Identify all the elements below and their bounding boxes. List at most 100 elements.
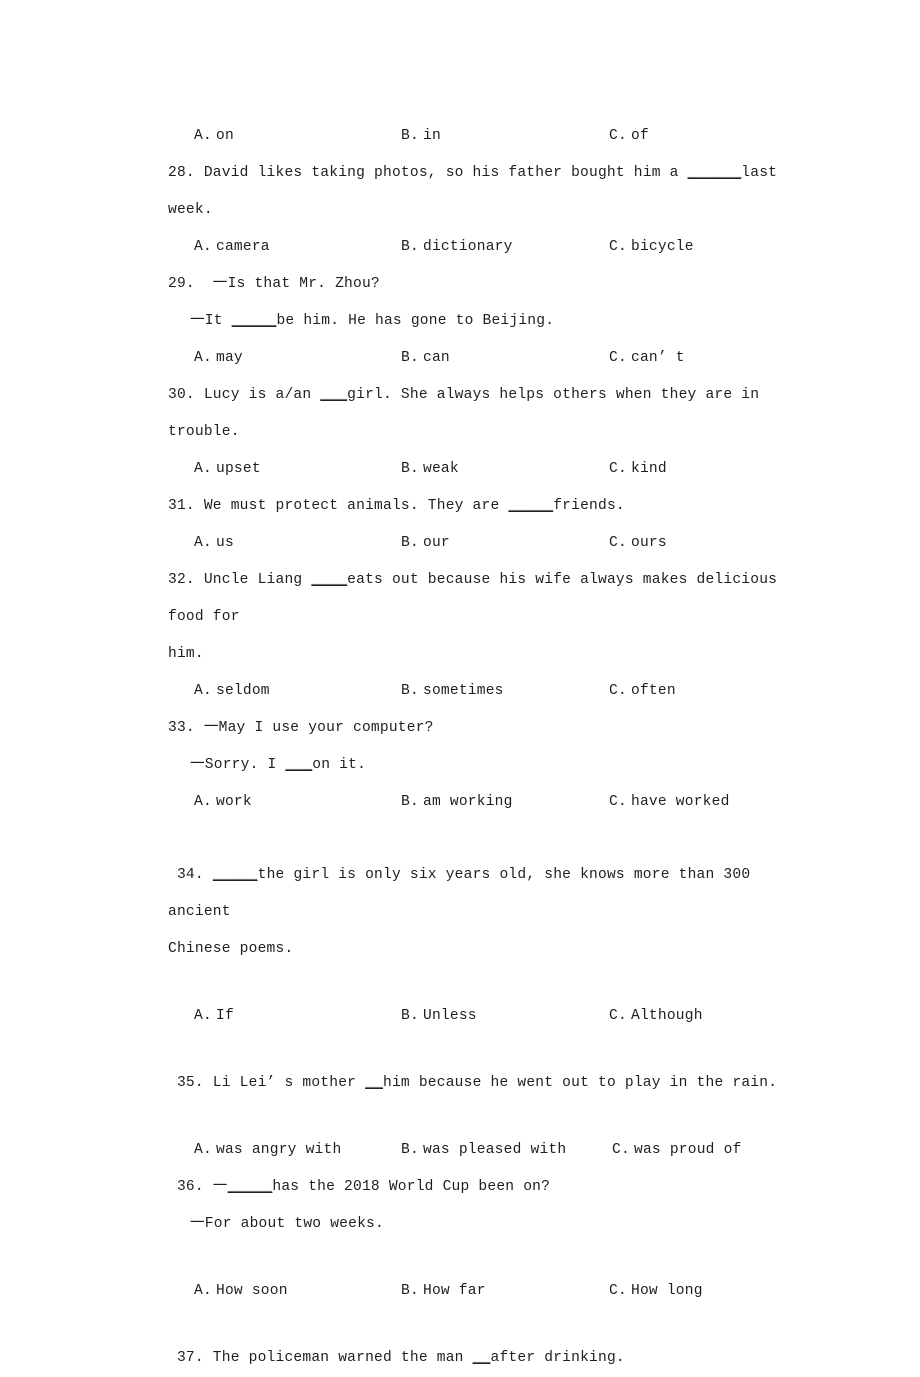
gap-q35-options (168, 1102, 788, 1132)
q28-blank[interactable]: ______ (688, 165, 742, 181)
option-a-text-q27[interactable]: on (216, 118, 234, 155)
option-a-q30[interactable]: A. (194, 451, 212, 488)
question-dialog-q29: 一It _____be him. He has gone to Beijing. (168, 303, 788, 340)
q35-blank[interactable]: __ (365, 1075, 383, 1091)
options-row-q36: A. How soon B. How far C. How long (168, 1273, 788, 1310)
option-b-q33[interactable]: B. (401, 784, 419, 821)
q37-stem-tail: after drinking. (490, 1350, 625, 1366)
option-b-text-q35[interactable]: was pleased with (423, 1132, 566, 1169)
q37-stem-text: 37. The policeman warned the man (168, 1350, 473, 1366)
option-a-text-q35[interactable]: was angry with (216, 1132, 341, 1169)
option-c-q29[interactable]: C. (609, 340, 627, 377)
q31-stem-text: 31. We must protect animals. They are (168, 498, 509, 514)
option-b-q34[interactable]: B. (401, 998, 419, 1035)
gap-q36-q37 (168, 1310, 788, 1340)
option-c-text-q30[interactable]: kind (631, 451, 667, 488)
q37-blank[interactable]: __ (473, 1350, 491, 1366)
option-b-text-q34[interactable]: Unless (423, 998, 477, 1035)
option-a-text-q29[interactable]: may (216, 340, 243, 377)
q29-dialog-lead: 一It (190, 313, 232, 329)
question-stem-q30: 30. Lucy is a/an ___girl. She always hel… (168, 377, 788, 451)
option-a-text-q28[interactable]: camera (216, 229, 270, 266)
lower-question-block: 34. _____the girl is only six years old,… (168, 857, 788, 1377)
option-c-text-q34[interactable]: Although (631, 998, 703, 1035)
q31-blank[interactable]: _____ (508, 498, 553, 514)
q32-stem-text: 32. Uncle Liang (168, 572, 312, 588)
option-b-q30[interactable]: B. (401, 451, 419, 488)
q29-blank[interactable]: _____ (232, 313, 277, 329)
q28-stem-text: 28. David likes taking photos, so his fa… (168, 165, 688, 181)
options-row-q28: A. camera B. dictionary C. bicycle (168, 229, 788, 266)
options-row-q30: A. upset B. weak C. kind (168, 451, 788, 488)
option-b-text-q27[interactable]: in (423, 118, 441, 155)
option-a-q29[interactable]: A. (194, 340, 212, 377)
q35-stem-tail: him because he went out to play in the r… (383, 1075, 778, 1091)
option-b-q29[interactable]: B. (401, 340, 419, 377)
option-c-q27[interactable]: C. (609, 118, 627, 155)
option-a-text-q34[interactable]: If (216, 998, 234, 1035)
options-row-q35: A. was angry with B. was pleased with C.… (168, 1132, 788, 1169)
options-row-q34: A. If B. Unless C. Although (168, 998, 788, 1035)
option-b-text-q29[interactable]: can (423, 340, 450, 377)
question-stem-q37: 37. The policeman warned the man __after… (168, 1340, 788, 1377)
option-a-q36[interactable]: A. (194, 1273, 212, 1310)
option-b-text-q31[interactable]: our (423, 525, 450, 562)
option-a-q28[interactable]: A. (194, 229, 212, 266)
option-c-q36[interactable]: C. (609, 1273, 627, 1310)
option-b-q36[interactable]: B. (401, 1273, 419, 1310)
option-c-q32[interactable]: C. (609, 673, 627, 710)
option-a-q31[interactable]: A. (194, 525, 212, 562)
option-b-q32[interactable]: B. (401, 673, 419, 710)
option-a-q35[interactable]: A. (194, 1132, 212, 1169)
option-c-text-q27[interactable]: of (631, 118, 649, 155)
gap-q36-options (168, 1243, 788, 1273)
option-c-text-q32[interactable]: often (631, 673, 676, 710)
gap-q34-q35 (168, 1035, 788, 1065)
section-gap-1 (168, 821, 788, 857)
option-a-q33[interactable]: A. (194, 784, 212, 821)
option-c-text-q29[interactable]: can’ t (631, 340, 685, 377)
option-b-text-q36[interactable]: How far (423, 1273, 486, 1310)
option-c-q34[interactable]: C. (609, 998, 627, 1035)
q30-blank[interactable]: ___ (320, 387, 347, 403)
option-a-text-q32[interactable]: seldom (216, 673, 270, 710)
option-c-text-q36[interactable]: How long (631, 1273, 703, 1310)
question-stem-q34-continued: Chinese poems. (168, 941, 294, 957)
question-stem-q31: 31. We must protect animals. They are __… (168, 488, 788, 525)
option-a-text-q33[interactable]: work (216, 784, 252, 821)
option-a-q34[interactable]: A. (194, 998, 212, 1035)
option-c-q28[interactable]: C. (609, 229, 627, 266)
question-stem-q36: 36. 一_____has the 2018 World Cup been on… (168, 1169, 788, 1206)
option-c-q33[interactable]: C. (609, 784, 627, 821)
q36-stem-text: 36. 一 (168, 1179, 228, 1195)
option-b-q28[interactable]: B. (401, 229, 419, 266)
q36-blank[interactable]: _____ (228, 1179, 273, 1195)
q32-blank[interactable]: ____ (311, 572, 347, 588)
option-b-text-q33[interactable]: am working (423, 784, 513, 821)
option-b-q35[interactable]: B. (401, 1132, 419, 1169)
option-b-text-q28[interactable]: dictionary (423, 229, 513, 266)
q33-blank[interactable]: ___ (285, 757, 312, 773)
option-c-text-q31[interactable]: ours (631, 525, 667, 562)
question-stem-q28: 28. David likes taking photos, so his fa… (168, 155, 788, 229)
question-stem-q29: 29. 一Is that Mr. Zhou? (168, 276, 380, 292)
option-a-text-q31[interactable]: us (216, 525, 234, 562)
option-b-q27[interactable]: B. (401, 118, 419, 155)
option-c-text-q33[interactable]: have worked (631, 784, 730, 821)
option-c-q30[interactable]: C. (609, 451, 627, 488)
q29-dialog-tail: be him. He has gone to Beijing. (276, 313, 555, 329)
question-dialog-q36: 一For about two weeks. (190, 1216, 384, 1232)
option-a-q32[interactable]: A. (194, 673, 212, 710)
q33-dialog-tail: on it. (312, 757, 367, 773)
option-b-q31[interactable]: B. (401, 525, 419, 562)
option-b-text-q32[interactable]: sometimes (423, 673, 504, 710)
option-b-text-q30[interactable]: weak (423, 451, 459, 488)
option-a-text-q36[interactable]: How soon (216, 1273, 288, 1310)
option-c-text-q28[interactable]: bicycle (631, 229, 694, 266)
option-c-q35[interactable]: C. (612, 1132, 630, 1169)
option-c-text-q35[interactable]: was proud of (634, 1132, 742, 1169)
option-c-q31[interactable]: C. (609, 525, 627, 562)
q34-blank[interactable]: _____ (213, 867, 258, 883)
option-a-q27[interactable]: A. (194, 118, 212, 155)
option-a-text-q30[interactable]: upset (216, 451, 261, 488)
